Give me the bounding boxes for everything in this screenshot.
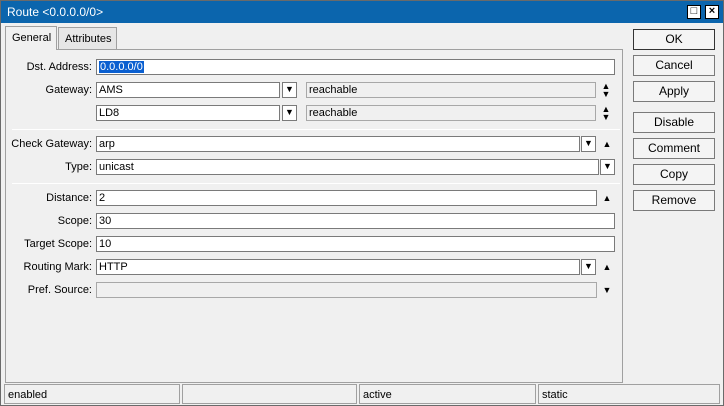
up-arrow-icon[interactable]: ▲ [601,194,613,210]
routing-mark-field[interactable]: HTTP [96,259,580,275]
pref-source-label: Pref. Source: [27,284,92,296]
comment-button[interactable]: Comment [633,138,715,159]
up-arrow-icon[interactable]: ▲ [601,263,613,279]
cancel-button[interactable]: Cancel [633,55,715,76]
separator [12,129,620,130]
dst-address-field[interactable]: 0.0.0.0/0 [96,59,615,75]
up-down-arrow-icon[interactable]: ▲ ▼ [600,82,612,99]
routing-mark-label: Routing Mark: [23,261,92,273]
status-active: active [359,384,536,404]
title-bar[interactable]: Route <0.0.0.0/0> □ × [1,1,723,23]
scope-label: Scope: [57,215,92,227]
dst-address-value: 0.0.0.0/0 [99,61,144,73]
check-gateway-field[interactable]: arp [96,136,580,152]
remove-button[interactable]: Remove [633,190,715,211]
target-scope-field[interactable]: 10 [96,236,615,252]
gateway-2-status: reachable [306,105,596,121]
target-scope-label: Target Scope: [24,238,92,250]
down-arrow-icon[interactable]: ▼ [601,286,613,302]
tab-general[interactable]: General [5,26,57,50]
distance-label: Distance: [46,192,92,204]
gateway-2-field[interactable]: LD8 [96,105,280,121]
gateway-label: Gateway: [45,84,92,96]
window-title: Route <0.0.0.0/0> [7,5,104,19]
route-window: Route <0.0.0.0/0> □ × General Attributes… [0,0,724,406]
pref-source-field[interactable] [96,282,597,298]
up-down-arrow-icon[interactable]: ▲ ▼ [600,105,612,122]
dropdown-arrow-icon[interactable]: ▼ [282,105,297,121]
close-icon[interactable]: × [705,5,719,19]
gateway-1-status: reachable [306,82,596,98]
scope-field[interactable]: 30 [96,213,615,229]
status-enabled: enabled [4,384,180,404]
dropdown-arrow-icon[interactable]: ▼ [600,159,615,175]
dropdown-arrow-icon[interactable]: ▼ [282,82,297,98]
check-gateway-label: Check Gateway: [11,138,92,150]
general-panel: Dst. Address: 0.0.0.0/0 Gateway: AMS ▼ r… [5,49,623,383]
restore-icon[interactable]: □ [687,5,701,19]
type-label: Type: [65,161,92,173]
apply-button[interactable]: Apply [633,81,715,102]
status-empty [182,384,357,404]
gateway-1-field[interactable]: AMS [96,82,280,98]
dropdown-arrow-icon[interactable]: ▼ [581,136,596,152]
copy-button[interactable]: Copy [633,164,715,185]
disable-button[interactable]: Disable [633,112,715,133]
separator [12,183,620,184]
type-field[interactable]: unicast [96,159,599,175]
tab-attributes[interactable]: Attributes [58,27,117,50]
up-arrow-icon[interactable]: ▲ [601,140,613,156]
dst-address-label: Dst. Address: [26,61,92,73]
ok-button[interactable]: OK [633,29,715,50]
status-static: static [538,384,720,404]
dropdown-arrow-icon[interactable]: ▼ [581,259,596,275]
distance-field[interactable]: 2 [96,190,597,206]
